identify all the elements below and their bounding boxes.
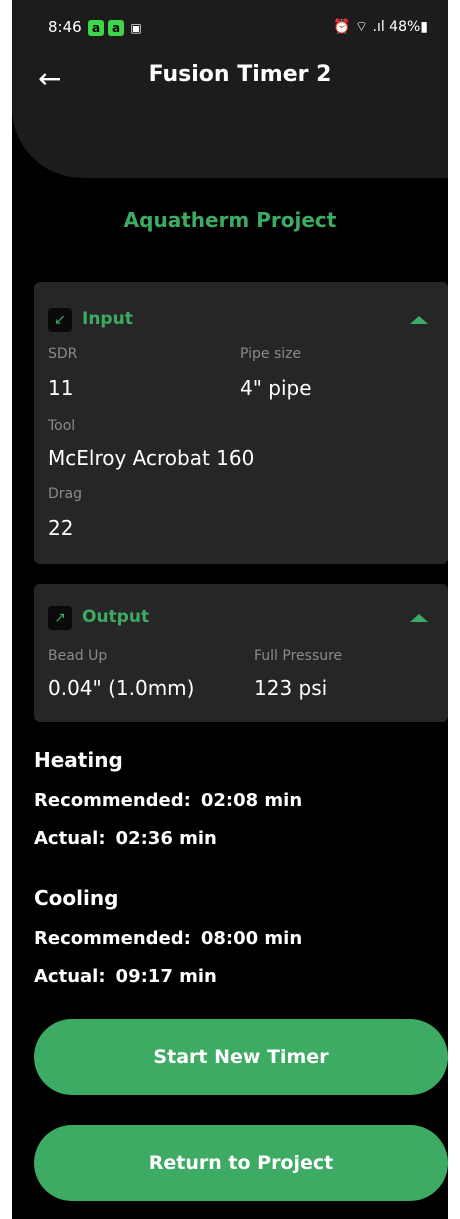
cooling-actual-value: 09:17 min <box>115 966 217 987</box>
start-new-timer-button[interactable]: Start New Timer <box>34 1019 448 1095</box>
input-arrow-icon: ↙ <box>48 308 72 332</box>
cooling-recommended-value: 08:00 min <box>200 928 303 949</box>
heating-actual-label: Actual: <box>34 828 106 849</box>
notification-app-icon: a <box>88 20 104 36</box>
notification-image-icon: ▣ <box>130 21 142 35</box>
cooling-actual-label: Actual: <box>34 966 106 987</box>
project-name: Aquatherm Project <box>123 208 337 232</box>
full-pressure-label: Full Pressure <box>254 648 343 664</box>
heating-actual-row: Actual: 02:36 min <box>34 828 217 849</box>
drag-value: 22 <box>48 516 74 540</box>
full-pressure-value: 123 psi <box>254 676 328 700</box>
status-time: 8:46 <box>48 18 82 36</box>
pipe-size-label: Pipe size <box>240 346 302 362</box>
collapse-caret-icon[interactable] <box>410 614 428 622</box>
output-arrow-icon: ↗ <box>48 606 72 630</box>
cooling-recommended-label: Recommended: <box>34 928 191 949</box>
app-screen: 8:46 a a ▣ ⏰ ⌔ .ıl 48%▮ ← Fusion Timer 2… <box>12 0 448 1219</box>
bead-up-value: 0.04" (1.0mm) <box>48 676 195 700</box>
pipe-size-value: 4" pipe <box>240 376 312 400</box>
cooling-title: Cooling <box>34 886 119 910</box>
heating-recommended-row: Recommended: 02:08 min <box>34 790 302 811</box>
sdr-value: 11 <box>48 376 74 400</box>
heating-recommended-value: 02:08 min <box>200 790 303 811</box>
status-system-icons: ⏰ ⌔ .ıl 48%▮ <box>333 19 428 35</box>
status-bar: 8:46 a a ▣ ⏰ ⌔ .ıl 48%▮ <box>12 0 448 60</box>
page-title: Fusion Timer 2 <box>148 62 332 87</box>
heating-actual-value: 02:36 min <box>115 828 217 849</box>
cooling-recommended-row: Recommended: 08:00 min <box>34 928 302 949</box>
output-card: ↗ Output Bead Up 0.04" (1.0mm) Full Pres… <box>34 584 448 722</box>
return-to-project-button[interactable]: Return to Project <box>34 1125 448 1201</box>
cooling-actual-row: Actual: 09:17 min <box>34 966 217 987</box>
heating-recommended-label: Recommended: <box>34 790 191 811</box>
tool-value: McElroy Acrobat 160 <box>48 446 255 470</box>
heating-title: Heating <box>34 748 123 772</box>
output-card-title: Output <box>82 607 150 627</box>
tool-label: Tool <box>48 418 76 434</box>
collapse-caret-icon[interactable] <box>410 316 428 324</box>
drag-label: Drag <box>48 486 83 502</box>
bead-up-label: Bead Up <box>48 648 108 664</box>
notification-app-icon: a <box>108 20 124 36</box>
input-card-title: Input <box>82 309 133 329</box>
input-card: ↙ Input SDR 11 Pipe size 4" pipe Tool Mc… <box>34 282 448 564</box>
sdr-label: SDR <box>48 346 78 362</box>
